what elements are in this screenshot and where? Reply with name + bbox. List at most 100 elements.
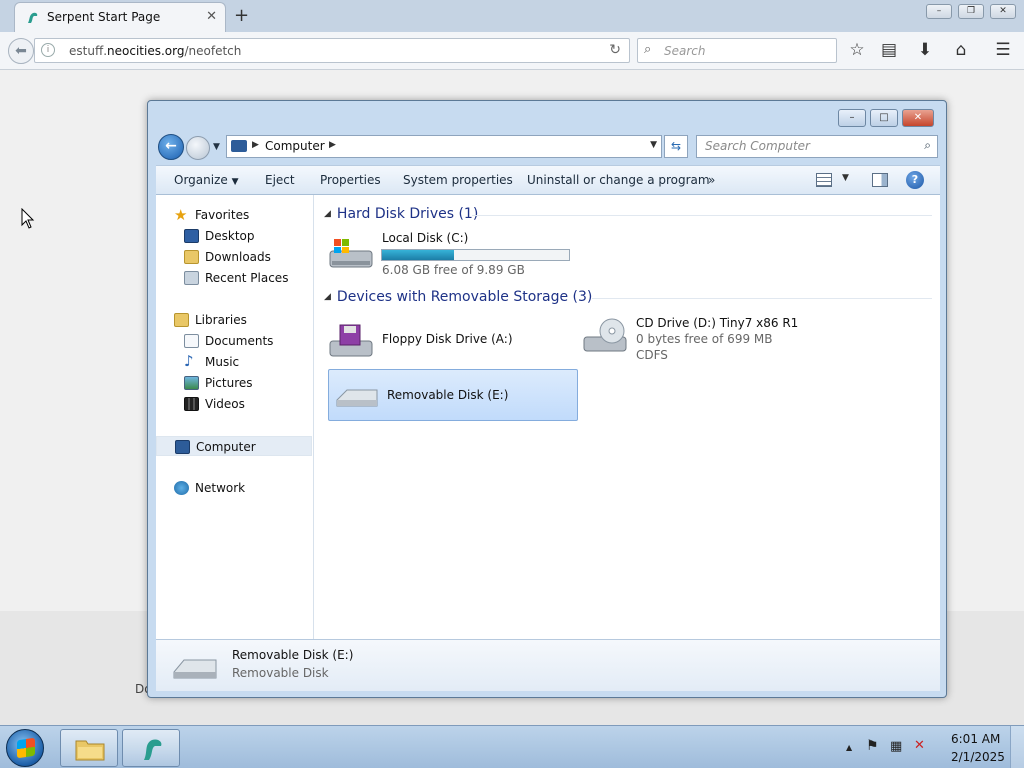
desktop-icon [184, 229, 199, 243]
tab-title: Serpent Start Page [47, 10, 161, 24]
drive-cd-d[interactable]: CD Drive (D:) Tiny7 x86 R1 0 bytes free … [578, 313, 828, 363]
drive-local-disk-c[interactable]: Local Disk (C:) 6.08 GB free of 9.89 GB [324, 231, 574, 277]
recent-pages-dropdown-icon[interactable]: ▼ [213, 142, 220, 152]
nav-item-network[interactable]: Network [156, 478, 312, 498]
details-item-type: Removable Disk [232, 666, 329, 680]
eject-button[interactable]: Eject [265, 173, 295, 187]
nav-item-recent-places[interactable]: Recent Places [156, 268, 312, 288]
nav-item-favorites[interactable]: ★ Favorites [156, 205, 312, 225]
drive-filesystem: CDFS [636, 348, 668, 362]
explorer-forward-button[interactable] [186, 136, 210, 160]
computer-icon [231, 140, 247, 152]
browser-tab[interactable]: Serpent Start Page ✕ [14, 2, 226, 32]
volume-muted-icon[interactable]: ✕ [914, 738, 925, 753]
breadcrumb-computer[interactable]: Computer [265, 139, 325, 153]
breadcrumb-arrow-icon[interactable]: ▶ [252, 140, 259, 150]
videos-film-icon [184, 397, 199, 411]
explorer-caption-buttons: – □ ✕ [838, 109, 938, 127]
preview-pane-icon[interactable] [872, 173, 888, 187]
clock-date[interactable]: 2/1/2025 [951, 750, 1005, 764]
drive-floppy-a[interactable]: Floppy Disk Drive (A:) [324, 319, 574, 365]
search-placeholder: Search [664, 44, 706, 58]
network-tray-icon[interactable]: ▦ [890, 739, 902, 754]
action-center-flag-icon[interactable]: ⚑ [866, 738, 879, 754]
uninstall-program-button[interactable]: Uninstall or change a program [527, 173, 710, 187]
tab-close-icon[interactable]: ✕ [206, 9, 217, 24]
explorer-maximize-button[interactable]: □ [870, 109, 898, 127]
documents-icon [184, 334, 199, 348]
site-info-icon[interactable]: i [41, 43, 55, 57]
help-icon[interactable]: ? [906, 171, 924, 189]
bookmark-star-icon[interactable]: ☆ [846, 40, 868, 60]
explorer-search-input[interactable]: Search Computer ⌕ [696, 135, 938, 158]
pictures-icon [184, 376, 199, 390]
nav-item-desktop[interactable]: Desktop [156, 226, 312, 246]
recent-places-icon [184, 271, 199, 285]
search-icon: ⌕ [644, 42, 652, 57]
drive-name: Removable Disk (E:) [387, 388, 509, 402]
cd-drive-icon [583, 318, 627, 352]
explorer-body: ★ Favorites Desktop Downloads Recent Pla… [156, 195, 940, 639]
new-tab-button[interactable]: + [234, 5, 249, 26]
explorer-navigation-bar: ← ▼ ▶ Computer ▶ ▼ ⇆ Search Computer ⌕ [156, 133, 940, 161]
url-bar[interactable]: i estuff.neocities.org/neofetch ↻ [34, 38, 630, 63]
group-heading-removable-storage[interactable]: ◢ Devices with Removable Storage (3) [324, 289, 592, 305]
hard-drive-windows-icon [329, 239, 373, 268]
disk-usage-bar [381, 249, 570, 261]
view-dropdown-icon[interactable]: ▼ [842, 173, 849, 183]
menu-icon[interactable]: ☰ [992, 40, 1014, 60]
star-icon: ★ [174, 206, 188, 224]
nav-item-videos[interactable]: Videos [156, 394, 312, 414]
downloads-folder-icon [184, 250, 199, 264]
address-dropdown-icon[interactable]: ▼ [650, 140, 657, 150]
collapse-triangle-icon: ◢ [324, 209, 331, 219]
downloads-icon[interactable]: ⬇ [914, 40, 936, 60]
nav-item-pictures[interactable]: Pictures [156, 373, 312, 393]
nav-item-documents[interactable]: Documents [156, 331, 312, 351]
system-properties-button[interactable]: System properties [403, 173, 513, 187]
nav-item-libraries[interactable]: Libraries [156, 310, 312, 330]
reading-list-icon[interactable]: ▤ [878, 40, 900, 60]
home-icon[interactable]: ⌂ [950, 40, 972, 60]
taskbar-explorer-button[interactable] [60, 729, 118, 767]
browser-search-input[interactable]: ⌕ Search [637, 38, 837, 63]
browser-close-button[interactable]: ✕ [990, 4, 1016, 19]
drive-free-space: 6.08 GB free of 9.89 GB [382, 263, 525, 277]
explorer-minimize-button[interactable]: – [838, 109, 866, 127]
drive-removable-e[interactable]: Removable Disk (E:) [328, 369, 578, 421]
group-heading-hard-disk-drives[interactable]: ◢ Hard Disk Drives (1) [324, 206, 478, 222]
browser-navbar: ⬅ i estuff.neocities.org/neofetch ↻ ⌕ Se… [0, 32, 1024, 70]
explorer-window[interactable]: – □ ✕ ← ▼ ▶ Computer ▶ ▼ ⇆ Search Comput… [147, 100, 947, 698]
mouse-cursor-icon [21, 208, 35, 229]
drive-name: Local Disk (C:) [382, 231, 469, 245]
nav-item-music[interactable]: ♪ Music [156, 352, 312, 372]
browser-restore-button[interactable]: ❐ [958, 4, 984, 19]
browser-minimize-button[interactable]: – [926, 4, 952, 19]
address-bar[interactable]: ▶ Computer ▶ ▼ [226, 135, 662, 158]
organize-button[interactable]: Organize ▼ [174, 173, 239, 187]
taskbar: ▲ ⚑ ▦ ✕ 6:01 AM 2/1/2025 [0, 725, 1024, 768]
explorer-close-button[interactable]: ✕ [902, 109, 934, 127]
explorer-command-bar: Organize ▼ Eject Properties System prope… [156, 165, 940, 195]
taskbar-serpent-browser-button[interactable] [122, 729, 180, 767]
more-commands-button[interactable]: » [708, 173, 715, 187]
tray-overflow-icon[interactable]: ▲ [846, 743, 852, 752]
nav-item-computer[interactable]: Computer [156, 436, 312, 456]
change-view-icon[interactable] [816, 173, 832, 187]
navigation-pane: ★ Favorites Desktop Downloads Recent Pla… [156, 195, 314, 639]
properties-button[interactable]: Properties [320, 173, 381, 187]
removable-disk-icon [336, 389, 378, 407]
search-icon: ⌕ [924, 138, 931, 152]
explorer-back-button[interactable]: ← [158, 134, 184, 160]
show-desktop-button[interactable] [1010, 726, 1024, 768]
address-refresh-icon[interactable]: ⇆ [664, 135, 688, 158]
breadcrumb-arrow-icon[interactable]: ▶ [329, 140, 336, 150]
browser-back-button[interactable]: ⬅ [8, 38, 34, 64]
start-button[interactable] [6, 729, 44, 767]
network-icon [174, 481, 189, 495]
music-note-icon: ♪ [184, 352, 194, 370]
libraries-icon [174, 313, 189, 327]
clock-time[interactable]: 6:01 AM [951, 732, 1000, 746]
nav-item-downloads[interactable]: Downloads [156, 247, 312, 267]
reload-icon[interactable]: ↻ [609, 42, 621, 58]
